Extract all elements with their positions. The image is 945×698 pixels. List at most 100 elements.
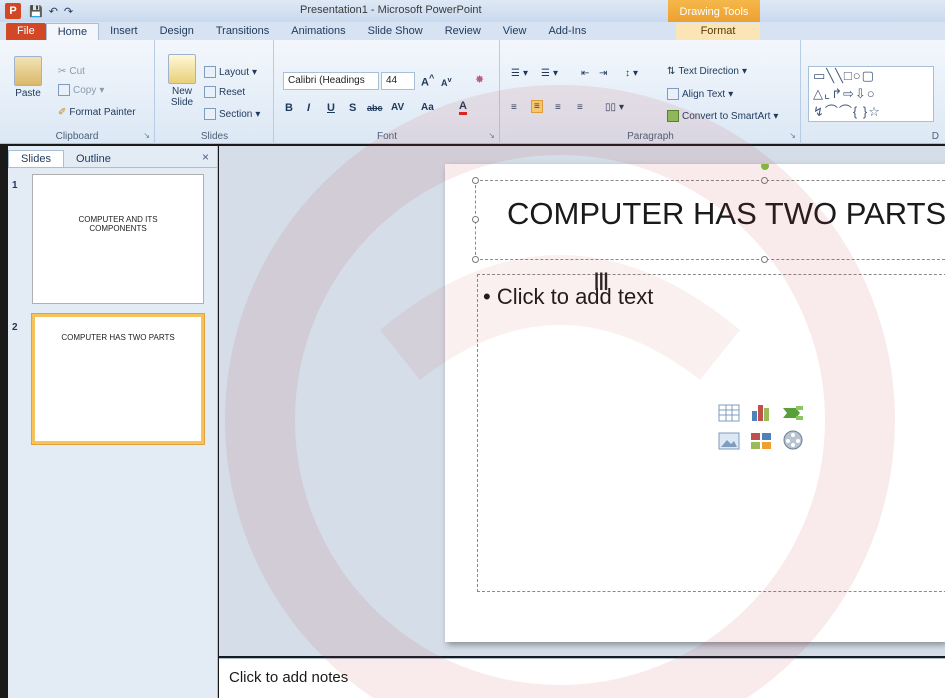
numbering-button[interactable]: ☰ ▾ bbox=[541, 68, 558, 79]
copy-label: Copy bbox=[73, 84, 97, 96]
copy-icon bbox=[58, 84, 70, 96]
align-text-button[interactable]: Align Text ▾ bbox=[667, 88, 733, 100]
text-shadow-button[interactable]: S bbox=[349, 102, 356, 114]
cut-button[interactable]: ✂ Cut bbox=[58, 66, 85, 77]
close-icon[interactable]: × bbox=[202, 150, 209, 164]
title-bar: P 💾 ↶ ↷ Presentation1 - Microsoft PowerP… bbox=[0, 0, 945, 22]
section-button[interactable]: Section ▾ bbox=[204, 108, 260, 120]
convert-to-smartart-label: Convert to SmartArt bbox=[682, 110, 771, 122]
slide-number: 2 bbox=[12, 322, 18, 333]
new-slide-label: New Slide bbox=[170, 86, 194, 108]
slide-thumbnail-2[interactable]: COMPUTER HAS TWO PARTS bbox=[32, 314, 204, 444]
quick-access-toolbar: 💾 ↶ ↷ bbox=[29, 5, 73, 18]
insert-table-icon[interactable] bbox=[717, 402, 741, 422]
align-right-button[interactable]: ≡ bbox=[555, 102, 561, 113]
reset-button[interactable]: Reset bbox=[204, 86, 245, 98]
font-name-combo[interactable]: Calibri (Headings bbox=[283, 72, 379, 90]
line-spacing-icon: ↕ bbox=[625, 68, 630, 79]
tab-file[interactable]: File bbox=[6, 23, 46, 40]
insert-picture-icon[interactable] bbox=[717, 430, 741, 450]
font-color-button[interactable]: A bbox=[459, 100, 467, 115]
justify-icon: ≡ bbox=[577, 102, 583, 113]
layout-button[interactable]: Layout ▾ bbox=[204, 66, 257, 78]
insert-chart-icon[interactable] bbox=[749, 402, 773, 422]
tab-slide-show[interactable]: Slide Show bbox=[357, 23, 434, 40]
tab-slides[interactable]: Slides bbox=[8, 150, 64, 167]
notes-pane[interactable]: Click to add notes bbox=[219, 658, 945, 698]
align-left-button[interactable]: ≡ bbox=[511, 102, 517, 113]
powerpoint-app-icon[interactable]: P bbox=[5, 3, 21, 19]
tab-add-ins[interactable]: Add-Ins bbox=[537, 23, 597, 40]
tab-design[interactable]: Design bbox=[149, 23, 205, 40]
shapes-gallery[interactable]: ▭╲╲□○▢ △⌞↱⇨⇩○ ↯⌒⌒{ }☆ bbox=[808, 66, 934, 122]
tab-home[interactable]: Home bbox=[45, 23, 100, 40]
format-painter-button[interactable]: ✐ Format Painter bbox=[58, 107, 136, 118]
group-paragraph: ☰ ▾ ☰ ▾ ⇤ ⇥ ↕ ▾ ≡ ≡ ≡ ≡ ▯▯ ▾ ⇅ Text Direc… bbox=[501, 40, 801, 144]
italic-button[interactable]: I bbox=[307, 102, 310, 114]
tab-view[interactable]: View bbox=[492, 23, 538, 40]
convert-to-smartart-button[interactable]: Convert to SmartArt ▾ bbox=[667, 110, 778, 122]
copy-button[interactable]: Copy ▾ bbox=[58, 84, 104, 96]
line-spacing-button[interactable]: ↕ ▾ bbox=[625, 68, 638, 79]
undo-icon[interactable]: ↶ bbox=[49, 5, 58, 18]
font-size-combo[interactable]: 44 bbox=[381, 72, 415, 90]
align-right-icon: ≡ bbox=[555, 102, 561, 113]
shrink-font-button[interactable]: Av bbox=[441, 75, 452, 88]
group-clipboard: Paste ✂ Cut Copy ▾ ✐ Format Painter Clipbo… bbox=[0, 40, 155, 144]
paste-button[interactable]: Paste bbox=[14, 56, 42, 99]
rotation-handle[interactable] bbox=[761, 164, 769, 170]
clear-formatting-icon[interactable]: ✸ bbox=[475, 73, 484, 86]
content-placeholder[interactable] bbox=[477, 274, 945, 592]
increase-indent-button[interactable]: ⇥ bbox=[599, 68, 607, 79]
save-icon[interactable]: 💾 bbox=[29, 5, 43, 18]
grow-font-button[interactable]: A^ bbox=[421, 73, 434, 89]
tab-insert[interactable]: Insert bbox=[99, 23, 149, 40]
insert-clip-art-icon[interactable] bbox=[749, 430, 773, 450]
slide-canvas[interactable]: COMPUTER HAS TWO PARTS • Click to add te… bbox=[445, 164, 945, 642]
tab-review[interactable]: Review bbox=[434, 23, 492, 40]
body-placeholder-text[interactable]: • Click to add text bbox=[483, 284, 653, 310]
text-direction-button[interactable]: ⇅ Text Direction ▾ bbox=[667, 66, 747, 77]
font-dialog-launcher-icon[interactable]: ↘ bbox=[488, 131, 495, 140]
decrease-indent-button[interactable]: ⇤ bbox=[581, 68, 589, 79]
underline-button[interactable]: U bbox=[327, 102, 335, 114]
tab-outline[interactable]: Outline bbox=[64, 151, 123, 167]
slide-title[interactable]: COMPUTER HAS TWO PARTS bbox=[507, 196, 945, 232]
bullets-icon: ☰ bbox=[511, 68, 520, 79]
align-text-label: Align Text bbox=[682, 88, 726, 100]
paragraph-dialog-launcher-icon[interactable]: ↘ bbox=[789, 131, 796, 140]
new-slide-button[interactable]: New Slide bbox=[162, 54, 202, 108]
text-cursor-icon: Ⅲ bbox=[593, 269, 610, 296]
insert-smartart-icon[interactable] bbox=[781, 402, 805, 422]
shapes-row-2: △⌞↱⇨⇩○ bbox=[813, 86, 876, 101]
resize-handle[interactable] bbox=[472, 216, 479, 223]
cut-label: Cut bbox=[69, 66, 85, 77]
text-direction-label: Text Direction bbox=[678, 66, 739, 77]
tab-format[interactable]: Format bbox=[676, 23, 760, 40]
slide-edit-area: COMPUTER HAS TWO PARTS • Click to add te… bbox=[219, 146, 945, 656]
align-center-button[interactable]: ≡ bbox=[531, 100, 543, 113]
clipboard-dialog-launcher-icon[interactable]: ↘ bbox=[143, 131, 150, 140]
columns-button[interactable]: ▯▯ ▾ bbox=[605, 102, 624, 113]
section-label: Section bbox=[219, 108, 253, 120]
redo-icon[interactable]: ↷ bbox=[64, 5, 73, 18]
resize-handle[interactable] bbox=[761, 177, 768, 184]
paragraph-group-label: Paragraph bbox=[627, 131, 674, 142]
justify-button[interactable]: ≡ bbox=[577, 102, 583, 113]
resize-handle[interactable] bbox=[472, 256, 479, 263]
clipboard-group-label: Clipboard bbox=[55, 131, 99, 142]
change-case-button[interactable]: Aa bbox=[421, 102, 434, 113]
slides-group-label: Slides bbox=[200, 131, 229, 142]
resize-handle[interactable] bbox=[761, 256, 768, 263]
resize-handle[interactable] bbox=[472, 177, 479, 184]
bullets-button[interactable]: ☰ ▾ bbox=[511, 68, 528, 79]
bold-button[interactable]: B bbox=[285, 102, 293, 114]
slide-thumbnail-1[interactable]: COMPUTER AND ITS COMPONENTS bbox=[32, 174, 204, 304]
numbering-icon: ☰ bbox=[541, 68, 550, 79]
tab-transitions[interactable]: Transitions bbox=[205, 23, 280, 40]
character-spacing-button[interactable]: AV bbox=[391, 102, 404, 113]
notes-placeholder[interactable]: Click to add notes bbox=[229, 669, 348, 686]
insert-media-icon[interactable] bbox=[781, 430, 805, 450]
tab-animations[interactable]: Animations bbox=[280, 23, 356, 40]
strikethrough-button[interactable]: abc bbox=[367, 103, 383, 113]
